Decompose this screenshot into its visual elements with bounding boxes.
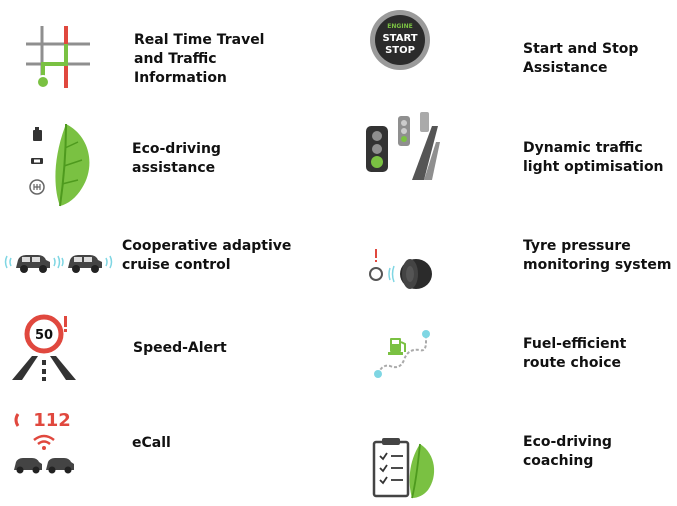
start-stop-line2-text: STOP <box>385 45 415 56</box>
eco-leaf-icon <box>29 123 90 207</box>
route-fuel-icon <box>374 330 430 378</box>
ecall-number: 112 <box>33 410 71 431</box>
speed-sign-value: 50 <box>35 328 53 343</box>
feature-label-line: light optimisation <box>523 159 664 175</box>
emergency-call-icon: 112 <box>14 410 74 474</box>
feature-label-line: Tyre pressure <box>523 238 631 254</box>
start-stop-top-text: ENGINE <box>387 23 412 30</box>
feature-label-line: monitoring system <box>523 257 672 273</box>
speed-sign-icon: 50 <box>12 314 76 381</box>
feature-label-line: Assistance <box>523 60 608 76</box>
feature-label-line: Eco-driving <box>523 434 612 450</box>
feature-label-line: cruise control <box>122 257 231 273</box>
feature-label-line: eCall <box>132 435 171 451</box>
feature-label-line: and Traffic <box>134 51 217 67</box>
feature-label-line: Information <box>134 70 227 86</box>
start-stop-button-icon: ENGINE START STOP <box>370 10 430 70</box>
connected-cars-icon <box>4 255 113 273</box>
feature-label-line: Dynamic traffic <box>523 140 643 156</box>
feature-label-line: route choice <box>523 355 622 371</box>
traffic-light-icon <box>366 112 440 180</box>
start-stop-line1-text: START <box>382 33 417 44</box>
feature-label-line: Real Time Travel <box>134 32 265 48</box>
checklist-leaf-icon <box>372 438 435 499</box>
feature-label-line: Start and Stop <box>523 41 639 57</box>
map-crossroads-icon <box>26 26 90 89</box>
feature-label-line: Speed-Alert <box>133 340 227 356</box>
feature-label-line: Eco-driving <box>132 141 221 157</box>
feature-label-line: Fuel-efficient <box>523 336 627 352</box>
feature-label-line: coaching <box>523 453 594 469</box>
feature-label-line: Cooperative adaptive <box>122 238 292 254</box>
feature-label-line: assistance <box>132 160 216 176</box>
tyre-icon <box>369 249 432 289</box>
